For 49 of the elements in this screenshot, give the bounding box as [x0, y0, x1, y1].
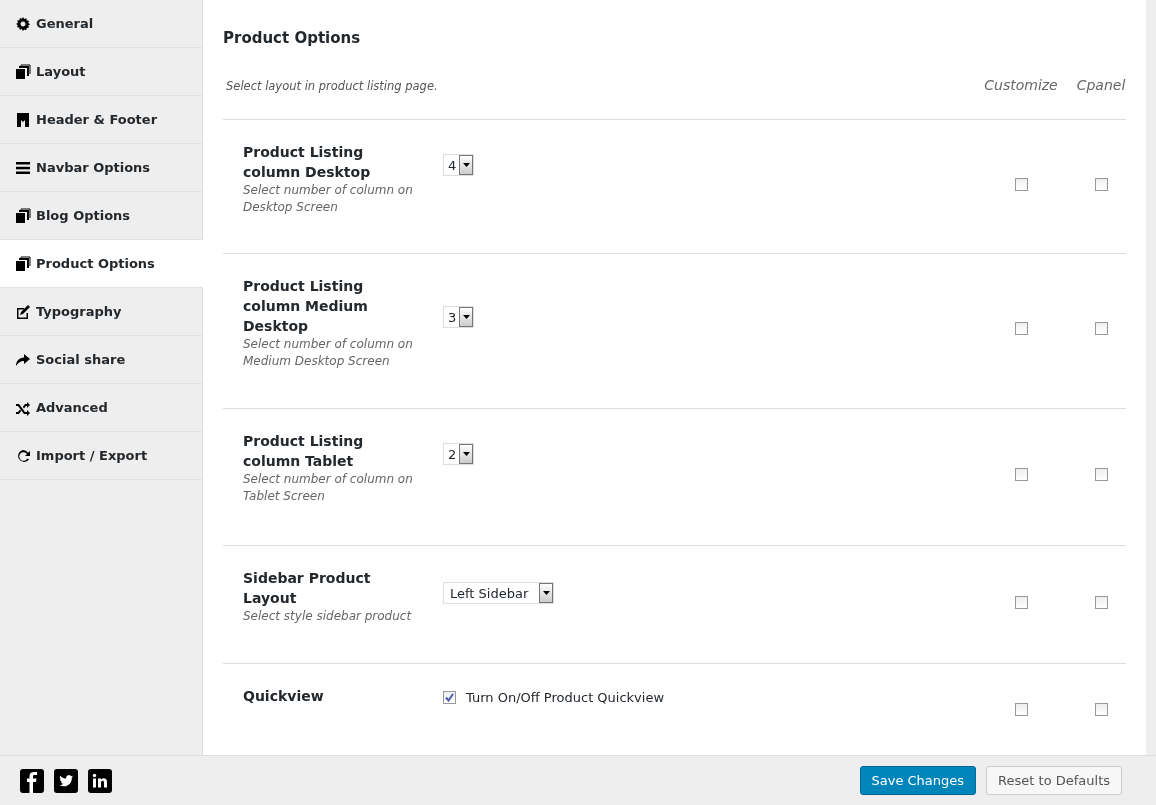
checkbox[interactable]: [1094, 596, 1108, 609]
share-icon: [15, 351, 31, 368]
option-label: Product Listing column Tablet: [243, 432, 365, 471]
checkbox[interactable]: [1094, 322, 1108, 335]
checkbox[interactable]: [1014, 703, 1028, 716]
select-dropdown[interactable]: 2: [443, 443, 475, 465]
checkbox[interactable]: [1094, 703, 1108, 716]
caret-icon: [462, 452, 470, 456]
sidebar-tab[interactable]: Product Options: [0, 240, 203, 288]
checkbox[interactable]: [1014, 596, 1028, 609]
twitter-icon[interactable]: [54, 768, 78, 793]
section-title: Product Options: [223, 29, 362, 47]
copy-icon: [15, 63, 31, 80]
caret-icon: [542, 591, 550, 595]
bars-icon: [15, 159, 31, 176]
select-dropdown[interactable]: 4: [443, 154, 475, 176]
checkbox-label: Turn On/Off Product Quickview: [466, 690, 665, 705]
checkbox[interactable]: [443, 691, 456, 704]
facebook-icon[interactable]: [20, 768, 44, 793]
checkbox[interactable]: [1014, 468, 1028, 481]
save-button[interactable]: Save Changes: [859, 766, 977, 795]
checkbox[interactable]: [1014, 322, 1028, 335]
linkedin-icon[interactable]: [88, 768, 112, 793]
option-description: Select number of column on Desktop Screen: [243, 182, 414, 216]
option-description: Select number of column on Tablet Screen: [243, 471, 414, 505]
select-dropdown[interactable]: 3: [443, 306, 475, 328]
caret-icon: [462, 315, 470, 319]
copy-icon: [15, 255, 31, 272]
column-header: Cpanel: [1076, 77, 1126, 93]
option-label: Product Listing column Desktop: [243, 143, 372, 182]
shuffle-icon: [15, 399, 31, 416]
option-description: Select number of column on Medium Desktop Screen: [243, 336, 414, 370]
refresh-icon: [15, 447, 31, 464]
edit-icon: [15, 303, 31, 320]
select-dropdown[interactable]: Left Sidebar: [443, 582, 554, 604]
reset-button[interactable]: Reset to Defaults: [986, 766, 1122, 795]
caret-icon: [462, 163, 470, 167]
bookmark-icon: [15, 111, 31, 128]
option-label: Sidebar Product Layout: [243, 569, 372, 608]
option-description: Select style sidebar product: [243, 608, 413, 625]
gear-icon: [15, 15, 31, 32]
copy-icon: [15, 207, 31, 224]
checkbox[interactable]: [1094, 178, 1108, 191]
option-label: Product Listing column Medium Desktop: [243, 277, 369, 336]
checkbox[interactable]: [1014, 178, 1028, 191]
checkbox[interactable]: [1094, 468, 1108, 481]
column-header: Customize: [983, 77, 1059, 93]
option-label: Quickview: [243, 687, 325, 706]
section-subtitle: Select layout in product listing page.: [226, 79, 439, 93]
